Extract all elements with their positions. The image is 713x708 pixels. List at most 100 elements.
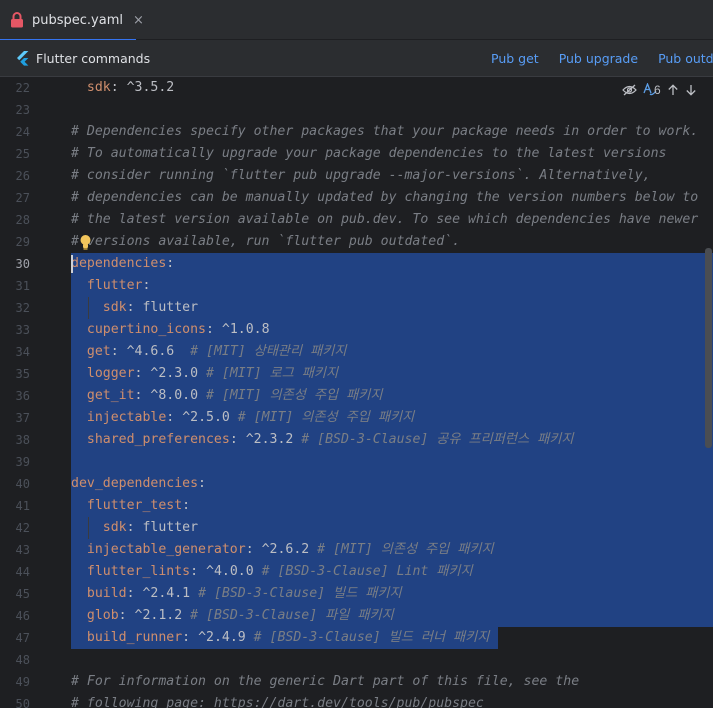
line-number: 33 <box>15 323 30 337</box>
line-number: 35 <box>15 367 30 381</box>
code-line[interactable]: injectable: ^2.5.0 # [MIT] 의존성 주입 패키지 <box>71 407 414 429</box>
yaml-key: sdk <box>86 80 111 95</box>
code-line[interactable]: shared_preferences: ^2.3.2 # [BSD-3-Clau… <box>71 429 574 451</box>
arrow-down-icon[interactable] <box>685 84 697 96</box>
yaml-value: flutter <box>134 300 199 315</box>
tab-pubspec[interactable]: pubspec.yaml × <box>0 0 144 41</box>
code-line[interactable]: build: ^2.4.1 # [BSD-3-Clause] 빌드 패키지 <box>71 583 402 605</box>
yaml-value: ^4.6.6 <box>118 344 191 359</box>
yaml-key: dev_dependencies <box>71 476 199 491</box>
yaml-key: sdk <box>102 520 127 535</box>
comment-text: # Dependencies specify other packages th… <box>71 124 699 139</box>
yaml-value: ^1.0.8 <box>213 322 270 337</box>
line-number: 41 <box>15 499 30 513</box>
code-line[interactable]: # dependencies can be manually updated b… <box>71 187 698 209</box>
code-line[interactable]: get: ^4.6.6 # [MIT] 상태관리 패키지 <box>71 341 347 363</box>
code-line[interactable]: sdk: ^3.5.2 <box>71 77 174 99</box>
pub-outdated-link[interactable]: Pub outdated <box>658 51 713 66</box>
yaml-colon: : <box>182 498 191 513</box>
line-number: 34 <box>15 345 30 359</box>
notification-actions: Pub get Pub upgrade Pub outdated <box>491 40 713 77</box>
lock-icon <box>10 12 24 28</box>
line-number: 30 <box>15 257 30 271</box>
yaml-value: ^2.6.2 <box>253 542 318 557</box>
code-editor[interactable]: 22 23 24 25 26 27 28 29 30 31 32 33 34 35 36 37 38 39 40 41… <box>0 77 713 708</box>
inspection-widget: 6 <box>622 83 697 97</box>
inline-comment: # [MIT] 의존성 주입 패키지 <box>206 388 383 403</box>
code-line[interactable]: build_runner: ^2.4.9 # [BSD-3-Clause] 빌드… <box>71 627 490 649</box>
inline-comment: # [BSD-3-Clause] 빌드 패키지 <box>198 586 402 601</box>
close-icon[interactable]: × <box>133 13 144 28</box>
code-line[interactable]: flutter: <box>71 275 151 297</box>
vertical-scrollbar[interactable] <box>705 248 712 448</box>
yaml-value: ^2.3.2 <box>237 432 302 447</box>
notification-title: Flutter commands <box>36 50 151 66</box>
code-line[interactable]: flutter_lints: ^4.0.0 # [BSD-3-Clause] L… <box>71 561 473 583</box>
line-number: 37 <box>15 411 30 425</box>
code-area[interactable]: sdk: ^3.5.2 # Dependencies specify other … <box>71 77 713 708</box>
comment-text: # For information on the generic Dart pa… <box>71 674 580 689</box>
line-number: 24 <box>15 125 30 139</box>
code-line[interactable]: sdk: flutter <box>71 297 198 319</box>
code-line[interactable]: logger: ^2.3.0 # [MIT] 로그 패키지 <box>71 363 338 385</box>
line-number: 23 <box>15 103 30 117</box>
yaml-key: dependencies <box>71 256 167 271</box>
yaml-colon: : <box>142 278 151 293</box>
code-line[interactable]: cupertino_icons: ^1.0.8 <box>71 319 270 341</box>
inline-comment: # [BSD-3-Clause] 빌드 러너 패키지 <box>253 630 490 645</box>
code-line[interactable]: # following page: https://dart.dev/tools… <box>71 693 484 708</box>
line-number: 38 <box>15 433 30 447</box>
yaml-key: cupertino_icons <box>86 322 206 337</box>
code-line[interactable]: # versions available, run `flutter pub o… <box>71 231 460 253</box>
pub-get-link[interactable]: Pub get <box>491 51 539 66</box>
line-number: 42 <box>15 521 30 535</box>
line-number: 26 <box>15 169 30 183</box>
yaml-colon: : <box>205 322 214 337</box>
code-line[interactable]: # For information on the generic Dart pa… <box>71 671 579 693</box>
code-line[interactable]: dev_dependencies: <box>71 473 206 495</box>
warning-count: 6 <box>654 83 661 97</box>
line-number: 48 <box>15 653 30 667</box>
code-line[interactable]: dependencies: <box>71 253 174 275</box>
code-line[interactable]: # the latest version available on pub.de… <box>71 209 698 231</box>
line-number: 22 <box>15 81 30 95</box>
code-line[interactable]: get_it: ^8.0.0 # [MIT] 의존성 주입 패키지 <box>71 385 383 407</box>
code-line[interactable]: # To automatically upgrade your package … <box>71 143 666 165</box>
arrow-up-icon[interactable] <box>667 84 679 96</box>
line-number: 36 <box>15 389 30 403</box>
line-number: 47 <box>15 631 30 645</box>
yaml-colon: : <box>190 564 199 579</box>
inline-comment: # [BSD-3-Clause] 공유 프리퍼런스 패키지 <box>301 432 574 447</box>
yaml-value: ^2.4.9 <box>190 630 254 645</box>
editor-tab-bar: pubspec.yaml × <box>0 0 713 41</box>
comment-text: # consider running `flutter pub upgrade … <box>71 168 651 183</box>
eye-off-icon[interactable] <box>622 84 637 96</box>
bulb-icon[interactable] <box>79 234 92 254</box>
yaml-colon: : <box>110 344 119 359</box>
yaml-key: build_runner <box>86 630 183 645</box>
yaml-key: flutter <box>86 278 143 293</box>
tab-label: pubspec.yaml <box>32 12 123 28</box>
spellcheck-icon[interactable]: 6 <box>643 83 661 97</box>
line-number-gutter: 22 23 24 25 26 27 28 29 30 31 32 33 34 35 36 37 38 39 40 41… <box>0 77 62 708</box>
code-line[interactable]: # Dependencies specify other packages th… <box>71 121 698 143</box>
code-line[interactable]: flutter_test: <box>71 495 190 517</box>
yaml-key: logger <box>86 366 135 381</box>
comment-text: # the latest version available on pub.de… <box>71 212 699 227</box>
code-line[interactable]: injectable_generator: ^2.6.2 # [MIT] 의존성… <box>71 539 494 561</box>
code-line[interactable]: # consider running `flutter pub upgrade … <box>71 165 651 187</box>
yaml-colon: : <box>182 630 191 645</box>
code-line[interactable]: sdk: flutter <box>71 517 198 539</box>
pub-upgrade-link[interactable]: Pub upgrade <box>559 51 638 66</box>
yaml-value: ^3.5.2 <box>118 80 175 95</box>
code-line[interactable]: glob: ^2.1.2 # [BSD-3-Clause] 파일 패키지 <box>71 605 394 627</box>
comment-text: # dependencies can be manually updated b… <box>71 190 699 205</box>
line-number: 45 <box>15 587 30 601</box>
